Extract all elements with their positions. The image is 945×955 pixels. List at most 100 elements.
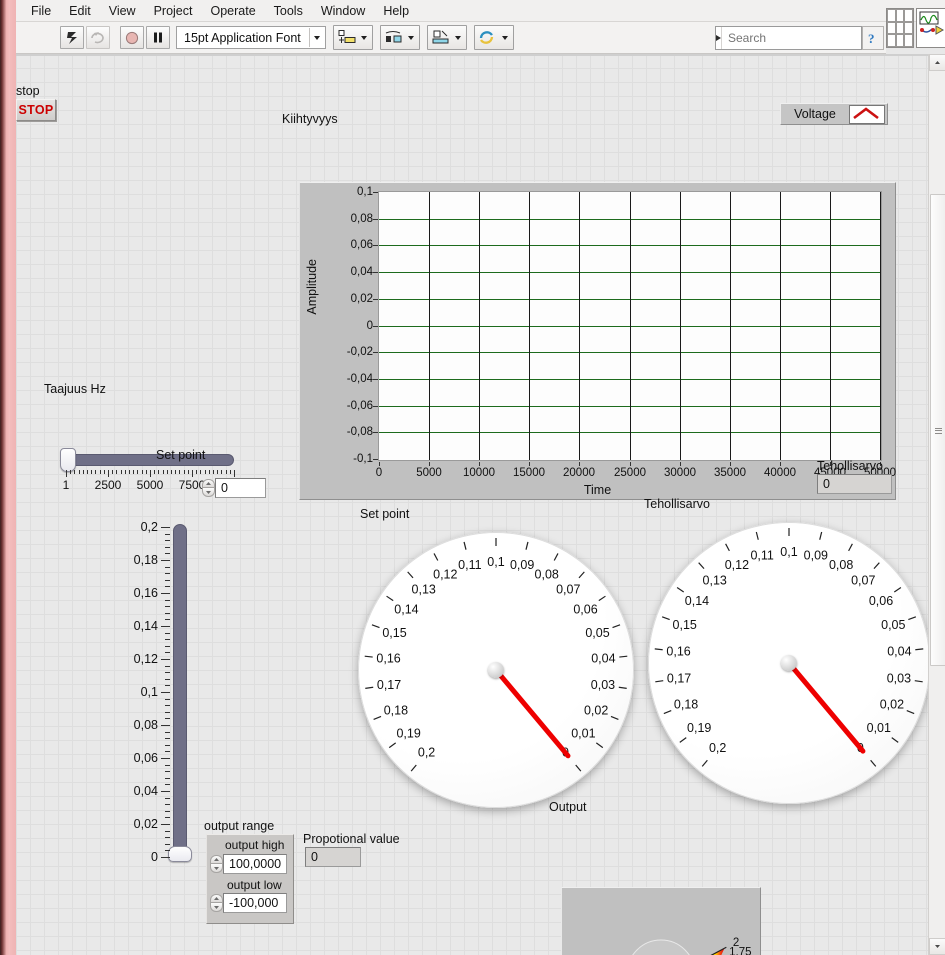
gauge-tick (906, 710, 915, 715)
gauge-tick (663, 710, 672, 715)
search-box[interactable] (715, 26, 885, 50)
setpoint-tick (165, 798, 170, 799)
menu-bar: File Edit View Project Operate Tools Win… (16, 0, 945, 22)
gauge-tick-label: 0,01 (571, 726, 595, 740)
gauge-tick-label: 0,09 (510, 558, 534, 572)
stop-button[interactable]: STOP (16, 99, 56, 121)
output-low-control[interactable]: -100,000 (210, 893, 287, 913)
scrollbar-thumb[interactable] (930, 194, 945, 666)
gauge-tick (915, 648, 924, 651)
context-help-button[interactable]: ? (862, 26, 884, 50)
frequency-tick (171, 470, 172, 474)
reorder-objects-button[interactable] (473, 25, 514, 50)
menu-item-project[interactable]: Project (145, 2, 202, 20)
resize-objects-button[interactable] (426, 25, 467, 50)
run-continuously-button[interactable] (86, 26, 110, 49)
graph-x-tick-label: 25000 (614, 467, 646, 479)
gauge-tick (755, 531, 759, 540)
gauge-tick (893, 587, 902, 593)
menu-item-help[interactable]: Help (374, 2, 418, 20)
setpoint-slider[interactable] (168, 524, 192, 862)
output-high-spinner-down-icon[interactable] (210, 864, 223, 873)
window-grid-icon[interactable] (886, 8, 914, 48)
frequency-tick (100, 470, 101, 474)
tehollisarvo-gauge[interactable]: 00,010,020,030,040,050,060,070,080,090,1… (648, 522, 928, 804)
setpoint-tick-label: 0,16 (133, 586, 158, 600)
setpoint-slider-label: Set point (156, 448, 206, 462)
toolbar-right-panels (886, 8, 945, 48)
output-low-spinner[interactable] (210, 893, 223, 913)
output-high-value[interactable]: 100,0000 (223, 854, 287, 874)
output-high-control[interactable]: 100,0000 (210, 854, 287, 874)
menu-item-window[interactable]: Window (312, 2, 374, 20)
setpoint-numeric-control[interactable]: 0 (202, 478, 266, 498)
setpoint-slider-track[interactable] (173, 524, 187, 859)
setpoint-spinner-down-icon[interactable] (202, 488, 215, 497)
gauge-tick-label: 0,19 (396, 726, 420, 740)
gauge-tick-label: 0,15 (382, 626, 406, 640)
menu-item-file[interactable]: File (22, 2, 60, 20)
setpoint-tick (165, 553, 170, 554)
output-low-spinner-down-icon[interactable] (210, 903, 223, 912)
graph-y-tick-label: 0,08 (350, 213, 373, 225)
setpoint-slider-ticks (160, 524, 170, 860)
run-button[interactable] (60, 26, 84, 49)
abort-execution-button[interactable] (120, 26, 144, 49)
scroll-up-button[interactable] (929, 54, 945, 71)
setpoint-spinner-up-icon[interactable] (202, 479, 215, 488)
output-high-spinner[interactable] (210, 854, 223, 874)
setpoint-numeric-value[interactable]: 0 (215, 478, 266, 498)
setpoint-gauge[interactable]: 00,010,020,030,040,050,060,070,080,090,1… (358, 532, 634, 808)
menu-item-view[interactable]: View (100, 2, 145, 20)
output-meter[interactable]: 00,250,50,7511,251,51,752 (561, 887, 761, 955)
gauge-tick (619, 655, 628, 658)
menu-item-tools[interactable]: Tools (265, 2, 312, 20)
menu-item-operate[interactable]: Operate (201, 2, 264, 20)
setpoint-tick (165, 534, 170, 535)
output-low-value[interactable]: -100,000 (223, 893, 287, 913)
setpoint-tick (165, 804, 170, 805)
frequency-slider-track[interactable] (66, 454, 234, 466)
align-objects-button[interactable] (332, 25, 373, 50)
graph-plot-area[interactable] (378, 191, 882, 461)
distribute-objects-button[interactable] (379, 25, 420, 50)
graph-plot-legend[interactable]: Voltage (780, 103, 888, 125)
frequency-tick (87, 470, 88, 474)
frequency-tick (154, 470, 155, 474)
output-meter-hub (632, 939, 690, 955)
setpoint-tick (161, 824, 170, 825)
gauge-tick-label: 0,02 (584, 703, 608, 717)
vertical-scrollbar[interactable] (928, 54, 945, 955)
gauge-tick (914, 680, 923, 683)
gauge-tick (553, 553, 559, 561)
frequency-slider[interactable] (60, 448, 236, 472)
pause-button[interactable] (146, 26, 170, 49)
setpoint-tick (165, 765, 170, 766)
gauge-tick-label: 0,1 (487, 555, 504, 569)
menu-item-edit[interactable]: Edit (60, 2, 100, 20)
graph-y-tick-label: -0,06 (346, 400, 373, 412)
frequency-slider-knob[interactable] (60, 448, 76, 472)
setpoint-spinner[interactable] (202, 478, 215, 498)
gauge-tick-label: 0,03 (887, 671, 911, 685)
graph-x-tick-mark (579, 462, 580, 466)
scroll-down-button[interactable] (929, 938, 945, 955)
vi-thumbnail-icon[interactable] (916, 8, 945, 48)
frequency-tick (79, 470, 80, 474)
waveform-graph[interactable]: Amplitude 0,1 0,08 0,06 0,04 0,02 0 -0,02 -0,04… (299, 182, 896, 500)
output-low-spinner-up-icon[interactable] (210, 894, 223, 903)
font-selector-chevron-down-icon[interactable] (310, 35, 325, 40)
gauge-tick-label: 0,16 (376, 652, 400, 666)
gauge-hub (781, 655, 797, 671)
frequency-tick (209, 470, 210, 474)
gauge-tick-label: 0,04 (591, 652, 615, 666)
font-selector[interactable]: 15pt Application Font (176, 26, 326, 49)
scrollbar-grip-icon (935, 426, 942, 434)
graph-y-tick-label: 0,04 (350, 266, 373, 278)
legend-plot-style-icon[interactable] (849, 104, 885, 124)
graph-x-tick-label: 20000 (563, 467, 595, 479)
setpoint-slider-knob[interactable] (168, 846, 192, 862)
output-high-spinner-up-icon[interactable] (210, 855, 223, 864)
gauge-tick (661, 616, 670, 621)
search-input[interactable] (722, 30, 885, 46)
